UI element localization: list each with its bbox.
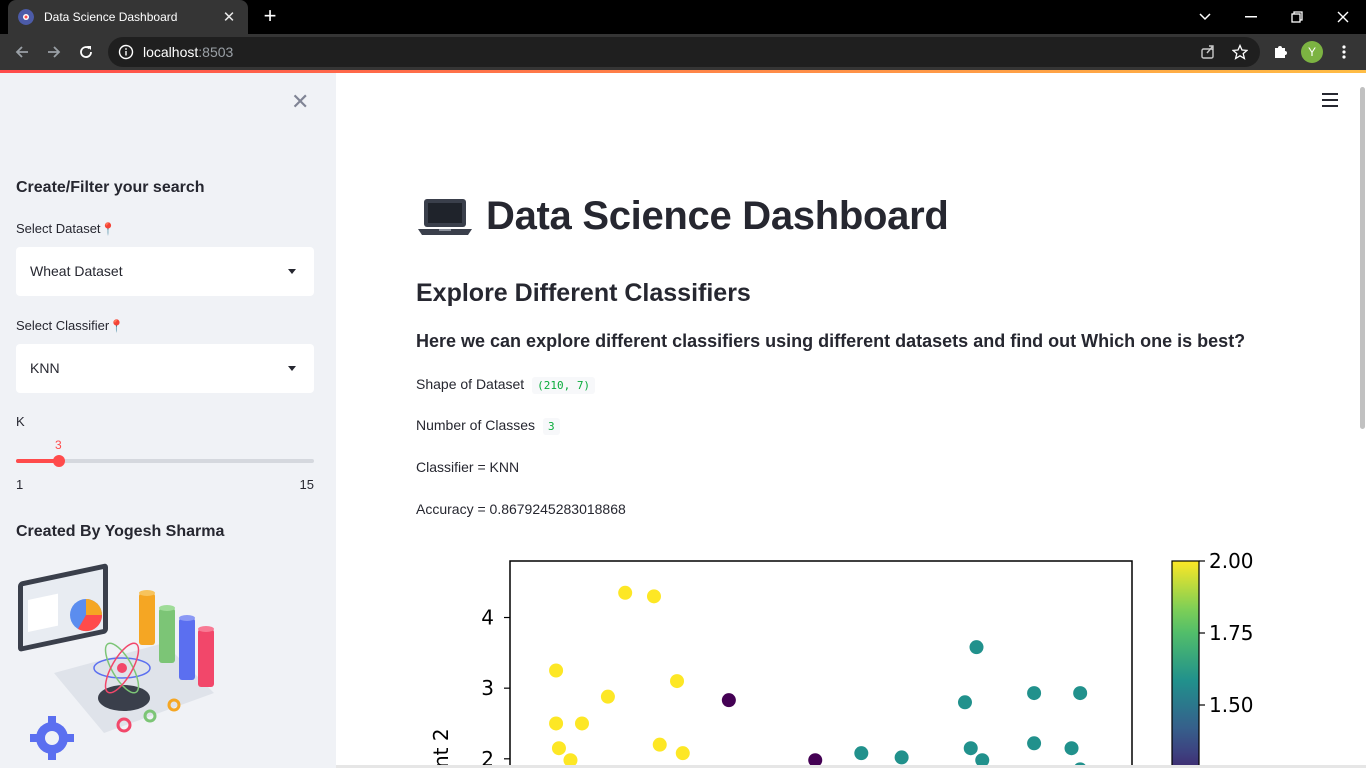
bookmark-star-icon[interactable] — [1230, 42, 1250, 62]
chevron-down-icon — [288, 366, 296, 371]
sidebar: ✕ Create/Filter your search Select Datas… — [0, 73, 336, 768]
app-menu-hamburger-icon[interactable] — [1322, 93, 1338, 107]
y-tick-label: 3 — [481, 676, 494, 700]
colorbar-tick-label: 1.75 — [1209, 621, 1254, 645]
scatter-point — [957, 695, 972, 710]
browser-menu-icon[interactable] — [1334, 42, 1354, 62]
browser-toolbar: localhost:8503 — [0, 34, 1366, 70]
y-axis-label: nt 2 — [429, 728, 453, 768]
tab-title: Data Science Dashboard — [44, 10, 178, 24]
url-port: :8503 — [198, 44, 234, 60]
colorbar-tick-label: 1.50 — [1209, 693, 1254, 717]
classifier-line: Classifier = KNN — [416, 459, 520, 475]
classifier-select[interactable]: KNN — [16, 344, 314, 393]
scatter-point — [1027, 736, 1042, 751]
dataset-label: Select Dataset📍 — [16, 221, 116, 236]
browser-titlebar: Data Science Dashboard ✕ + — [0, 0, 1366, 34]
data-science-illustration — [18, 563, 214, 760]
classes-value: 3 — [542, 418, 560, 435]
dataset-select[interactable]: Wheat Dataset — [16, 247, 314, 296]
shape-label: Shape of Dataset — [416, 376, 525, 392]
page-title: Data Science Dashboard — [418, 194, 949, 239]
y-tick-label: 4 — [481, 606, 494, 630]
plot-frame — [509, 560, 1133, 768]
sidebar-close-icon[interactable]: ✕ — [291, 89, 309, 115]
minimize-button[interactable] — [1228, 0, 1274, 34]
scatter-point — [721, 693, 736, 708]
address-bar[interactable]: localhost:8503 — [108, 37, 1260, 67]
scatter-point — [1027, 686, 1042, 701]
streamlit-favicon-icon — [18, 9, 34, 25]
tab-close-icon[interactable]: ✕ — [220, 8, 238, 26]
forward-arrow-icon[interactable] — [42, 40, 66, 64]
scatter-point — [675, 746, 690, 761]
chevron-down-icon — [288, 269, 296, 274]
k-slider-max: 15 — [299, 477, 314, 492]
scatter-point — [549, 663, 564, 678]
pca-scatter-chart: 234nt 21.501.752.00 — [429, 549, 1254, 768]
classifier-label-text: Select Classifier — [16, 318, 110, 333]
page-title-text: Data Science Dashboard — [486, 194, 949, 238]
tab-search-icon[interactable] — [1182, 0, 1228, 34]
k-slider-thumb[interactable] — [52, 455, 65, 467]
accuracy-line: Accuracy = 0.8679245283018868 — [416, 501, 626, 517]
scatter-point — [670, 674, 685, 689]
sidebar-header: Create/Filter your search — [16, 179, 205, 196]
share-icon[interactable] — [1198, 42, 1218, 62]
scatter-point — [549, 716, 564, 731]
classes-label: Number of Classes — [416, 417, 536, 433]
dataset-label-text: Select Dataset — [16, 221, 101, 236]
main-scrollbar[interactable] — [1358, 73, 1366, 768]
site-info-icon[interactable] — [118, 44, 134, 60]
pin-icon: 📍 — [109, 319, 125, 333]
classifier-select-value: KNN — [30, 360, 60, 376]
scatter-point — [963, 741, 978, 756]
shape-value: (210, 7) — [532, 377, 596, 394]
colorbar-tick-label: 2.00 — [1209, 549, 1254, 573]
close-window-button[interactable] — [1320, 0, 1366, 34]
classes-line: Number of Classes 3 — [416, 417, 560, 435]
section-heading: Explore Different Classifiers — [416, 279, 751, 307]
url-text: localhost:8503 — [143, 44, 233, 60]
scatter-point — [600, 689, 615, 704]
scatter-point — [969, 640, 984, 655]
back-arrow-icon[interactable] — [10, 40, 34, 64]
reload-icon[interactable] — [74, 40, 98, 64]
scrollbar-thumb[interactable] — [1360, 87, 1365, 429]
credit-heading: Created By Yogesh Sharma — [16, 523, 225, 540]
pin-icon: 📍 — [100, 222, 116, 236]
classifier-label: Select Classifier📍 — [16, 318, 124, 333]
restore-button[interactable] — [1274, 0, 1320, 34]
scatter-point — [652, 737, 667, 752]
scatter-point — [646, 589, 661, 604]
scatter-point — [551, 741, 566, 756]
laptop-icon — [418, 198, 472, 235]
dataset-select-value: Wheat Dataset — [30, 263, 123, 279]
url-host: localhost — [143, 44, 199, 60]
k-slider-label: K — [16, 414, 25, 429]
shape-line: Shape of Dataset (210, 7) — [416, 376, 596, 394]
k-slider-value: 3 — [55, 438, 62, 452]
browser-tab[interactable]: Data Science Dashboard ✕ — [8, 0, 248, 34]
profile-avatar[interactable]: Y — [1301, 41, 1323, 63]
scatter-point — [618, 585, 633, 600]
scatter-point — [1064, 741, 1079, 756]
scatter-point — [1073, 686, 1088, 701]
new-tab-button[interactable]: + — [258, 5, 282, 29]
colorbar — [1171, 560, 1200, 768]
k-slider-min: 1 — [16, 477, 24, 492]
extensions-puzzle-icon[interactable] — [1270, 42, 1290, 62]
scatter-point — [854, 746, 869, 761]
scatter-point — [894, 750, 909, 765]
section-description: Here we can explore different classifier… — [416, 331, 1246, 351]
scatter-point — [574, 716, 589, 731]
